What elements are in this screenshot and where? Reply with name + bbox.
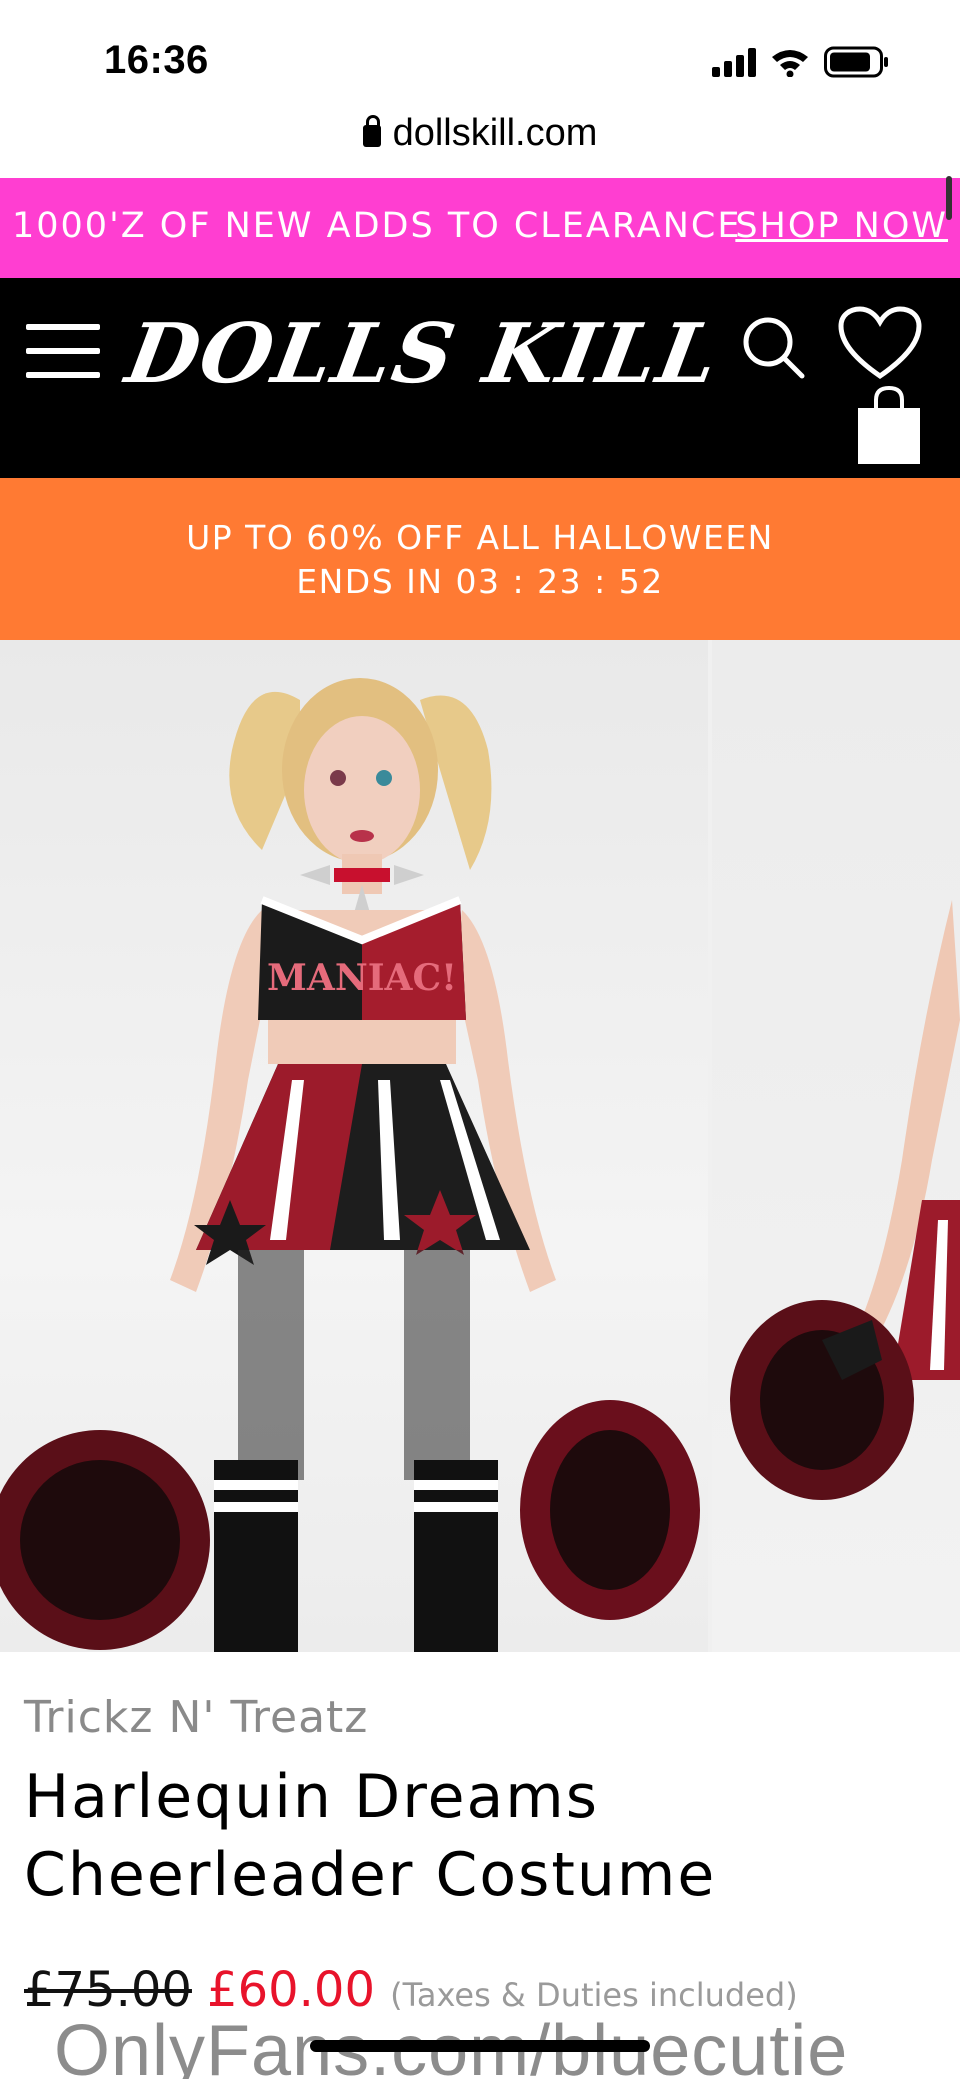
site-header: DOLLS KILL bbox=[0, 278, 960, 478]
heart-icon[interactable] bbox=[838, 306, 922, 382]
product-image-carousel[interactable]: MANIAC! bbox=[0, 640, 960, 1652]
shop-now-link[interactable]: SHOP NOW bbox=[735, 206, 948, 246]
status-icons bbox=[712, 46, 890, 78]
sale-headline: UP TO 60% OFF ALL HALLOWEEN bbox=[186, 518, 774, 557]
search-icon[interactable] bbox=[740, 314, 806, 380]
lock-icon bbox=[362, 115, 381, 147]
svg-text:MANIAC!: MANIAC! bbox=[267, 957, 457, 999]
sale-banner[interactable]: UP TO 60% OFF ALL HALLOWEEN ENDS IN 03 :… bbox=[0, 478, 960, 640]
site-logo[interactable]: DOLLS KILL bbox=[120, 306, 727, 402]
sale-countdown: ENDS IN 03 : 23 : 52 bbox=[296, 562, 664, 601]
battery-icon bbox=[824, 46, 888, 78]
bag-icon[interactable] bbox=[856, 386, 922, 466]
scrollbar[interactable] bbox=[946, 176, 952, 220]
status-time: 16:36 bbox=[104, 38, 209, 82]
product-image-main[interactable]: MANIAC! bbox=[0, 640, 708, 1652]
home-indicator[interactable] bbox=[310, 2040, 650, 2052]
url-text: dollskill.com bbox=[392, 112, 598, 154]
promo-bar: 1000'Z OF NEW ADDS TO CLEARANCE SHOP NOW bbox=[0, 178, 960, 278]
product-title: Harlequin Dreams Cheerleader Costume bbox=[24, 1762, 717, 1910]
menu-icon[interactable] bbox=[26, 324, 100, 384]
product-image-secondary[interactable] bbox=[712, 640, 960, 1652]
product-brand[interactable]: Trickz N' Treatz bbox=[24, 1692, 368, 1743]
address-bar[interactable]: dollskill.com bbox=[0, 112, 960, 155]
promo-text: 1000'Z OF NEW ADDS TO CLEARANCE bbox=[12, 206, 742, 246]
price-note: (Taxes & Duties included) bbox=[390, 1976, 798, 2014]
wifi-icon bbox=[772, 50, 808, 77]
status-bar: 16:36 dollskill.com bbox=[0, 0, 960, 154]
signal-icon bbox=[712, 47, 756, 77]
